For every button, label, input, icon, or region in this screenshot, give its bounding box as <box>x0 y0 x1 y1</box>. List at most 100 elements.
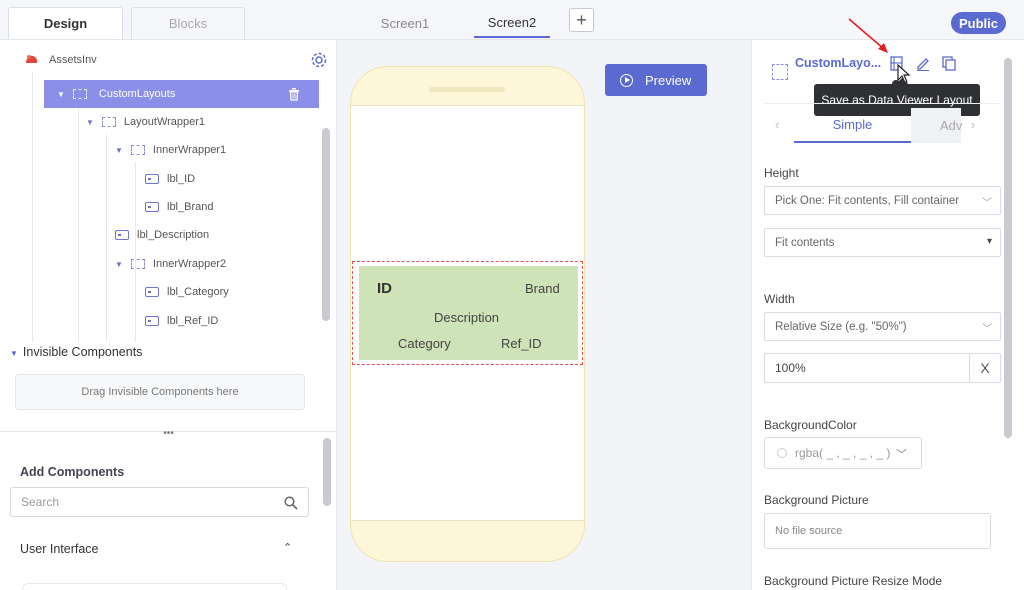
collapse-caret-icon: ▼ <box>115 145 123 155</box>
tree-item-innerwrapper1[interactable]: ▼ InnerWrapper1 <box>115 137 226 163</box>
component-tree-panel: AssetsInv ▼ CustomLayouts ▼ LayoutWrappe… <box>0 40 337 590</box>
tab-advanced[interactable]: Adv <box>911 108 962 143</box>
add-screen-button[interactable]: + <box>569 8 594 32</box>
label-ref-id[interactable]: Ref_ID <box>501 336 541 351</box>
tree-item-lbl-ref-id[interactable]: lbl_Ref_ID <box>145 308 218 334</box>
tabs-left-arrow-icon[interactable]: ‹ <box>775 117 779 132</box>
background-color-label: BackgroundColor <box>764 418 857 432</box>
background-resize-label: Background Picture Resize Mode <box>764 574 943 588</box>
screen-tab-screen2[interactable]: Screen2 <box>474 8 550 38</box>
width-unit-select[interactable]: Relative Size (e.g. "50%") ﹀ <box>764 312 1001 341</box>
wrapper-icon <box>72 89 87 99</box>
category-user-interface[interactable]: User Interface <box>20 542 99 556</box>
label-category[interactable]: Category <box>398 336 451 351</box>
width-value-input[interactable]: 100% X <box>764 353 1001 383</box>
width-label: Width <box>764 292 795 306</box>
delete-trash-icon[interactable] <box>288 87 300 101</box>
clear-width-button[interactable]: X <box>969 354 1000 382</box>
component-palette-item[interactable] <box>22 583 287 590</box>
edit-pencil-icon[interactable] <box>915 55 931 71</box>
app-icon <box>26 55 38 63</box>
tree-item-label: lbl_ID <box>167 173 196 185</box>
invisible-components-header[interactable]: ▼ Invisible Components <box>10 345 142 359</box>
public-button[interactable]: Public <box>951 12 1006 34</box>
collapse-caret-icon: ▼ <box>57 89 65 99</box>
preview-button[interactable]: Preview <box>605 64 707 96</box>
tree-root-label: AssetsInv <box>49 54 97 66</box>
tree-item-label: InnerWrapper1 <box>152 144 227 156</box>
screen-tab-screen1[interactable]: Screen1 <box>367 8 443 38</box>
duplicate-icon[interactable] <box>941 55 957 71</box>
chevron-down-icon: ﹀ <box>982 198 992 209</box>
chevron-down-icon: ﹀ <box>982 324 992 335</box>
width-value: 100% <box>775 361 806 375</box>
tabs-right-arrow-icon[interactable]: › <box>971 117 975 132</box>
collapse-caret-icon: ▼ <box>86 117 94 127</box>
tree-item-label: lbl_Ref_ID <box>167 315 219 327</box>
component-name[interactable]: CustomLayo... <box>795 56 881 70</box>
tree-guide-line <box>78 106 79 342</box>
background-picture-input[interactable]: No file source <box>764 513 991 549</box>
wrapper-icon <box>101 117 116 127</box>
phone-screen[interactable]: ID Brand Description Category Ref_ID <box>351 105 584 521</box>
background-picture-label: Background Picture <box>764 493 869 507</box>
invisible-components-dropzone[interactable]: Drag Invisible Components here <box>15 374 305 410</box>
label-icon <box>145 316 159 326</box>
settings-gear-icon[interactable] <box>311 52 327 68</box>
play-icon <box>620 73 633 87</box>
background-color-value: rgba( _ , _ , _ , _ ) <box>795 446 891 460</box>
chevron-down-icon: ▾ <box>986 236 992 247</box>
components-scrollbar[interactable] <box>323 438 331 506</box>
tab-simple[interactable]: Simple <box>794 108 911 143</box>
tree-item-lbl-brand[interactable]: lbl_Brand <box>145 194 213 220</box>
panel-resize-handle[interactable]: ••• <box>0 429 337 439</box>
height-value-select[interactable]: Fit contents ▾ <box>764 228 1001 257</box>
search-icon[interactable] <box>284 496 298 510</box>
layout-wrapper[interactable]: ID Brand Description Category Ref_ID <box>359 266 578 360</box>
add-components-title: Add Components <box>20 465 125 479</box>
tree-item-layoutwrapper1[interactable]: ▼ LayoutWrapper1 <box>86 109 205 135</box>
tree-item-innerwrapper2[interactable]: ▼ InnerWrapper2 <box>115 251 226 277</box>
phone-frame: ID Brand Description Category Ref_ID <box>350 66 585 562</box>
background-color-picker[interactable]: rgba( _ , _ , _ , _ ) ﹀ <box>764 437 922 469</box>
tree-scrollbar[interactable] <box>322 128 330 321</box>
tree-item-label: CustomLayouts <box>98 88 176 100</box>
wrapper-icon <box>772 64 788 80</box>
component-search-input[interactable]: Search <box>10 487 309 517</box>
tree-item-label: lbl_Description <box>137 229 210 241</box>
height-pick-value: Pick One: Fit contents, Fill container <box>775 194 960 207</box>
tab-blocks[interactable]: Blocks <box>131 7 245 39</box>
tree-guide-line <box>106 134 107 342</box>
height-pick-select[interactable]: Pick One: Fit contents, Fill container ﹀ <box>764 186 1001 215</box>
search-placeholder: Search <box>21 495 60 509</box>
tree-item-lbl-description[interactable]: lbl_Description <box>115 222 209 248</box>
tree-root[interactable]: AssetsInv <box>24 47 97 73</box>
label-icon <box>145 287 159 297</box>
tree-item-label: lbl_Category <box>167 286 229 298</box>
tree-item-label: LayoutWrapper1 <box>123 116 206 128</box>
annotation-arrow-icon <box>848 18 888 53</box>
tab-design[interactable]: Design <box>8 7 123 39</box>
tree-item-lbl-id[interactable]: lbl_ID <box>145 166 195 192</box>
preview-label: Preview <box>645 72 692 88</box>
height-label: Height <box>764 166 799 180</box>
custom-layout-container[interactable]: ID Brand Description Category Ref_ID <box>352 261 583 365</box>
properties-panel: CustomLayo... Save as Data Viewer Layout… <box>751 18 1024 590</box>
chevron-up-icon[interactable]: ⌃ <box>283 541 292 554</box>
design-canvas: ID Brand Description Category Ref_ID Pre… <box>337 40 751 590</box>
wrapper-icon <box>130 145 145 155</box>
label-description[interactable]: Description <box>434 310 499 325</box>
invisible-components-title: Invisible Components <box>22 345 143 359</box>
color-swatch <box>777 448 787 458</box>
tree-item-customlayouts[interactable]: ▼ CustomLayouts <box>44 80 319 108</box>
height-value: Fit contents <box>775 236 835 249</box>
collapse-caret-icon: ▼ <box>10 349 18 358</box>
properties-scrollbar[interactable] <box>1004 58 1012 438</box>
tree-item-label: InnerWrapper2 <box>152 258 227 270</box>
tree-item-lbl-category[interactable]: lbl_Category <box>145 279 229 305</box>
collapse-caret-icon: ▼ <box>115 259 123 269</box>
chevron-down-icon: ﹀ <box>896 449 907 461</box>
label-id[interactable]: ID <box>377 280 392 297</box>
phone-speaker <box>429 87 505 92</box>
label-brand[interactable]: Brand <box>525 281 560 296</box>
